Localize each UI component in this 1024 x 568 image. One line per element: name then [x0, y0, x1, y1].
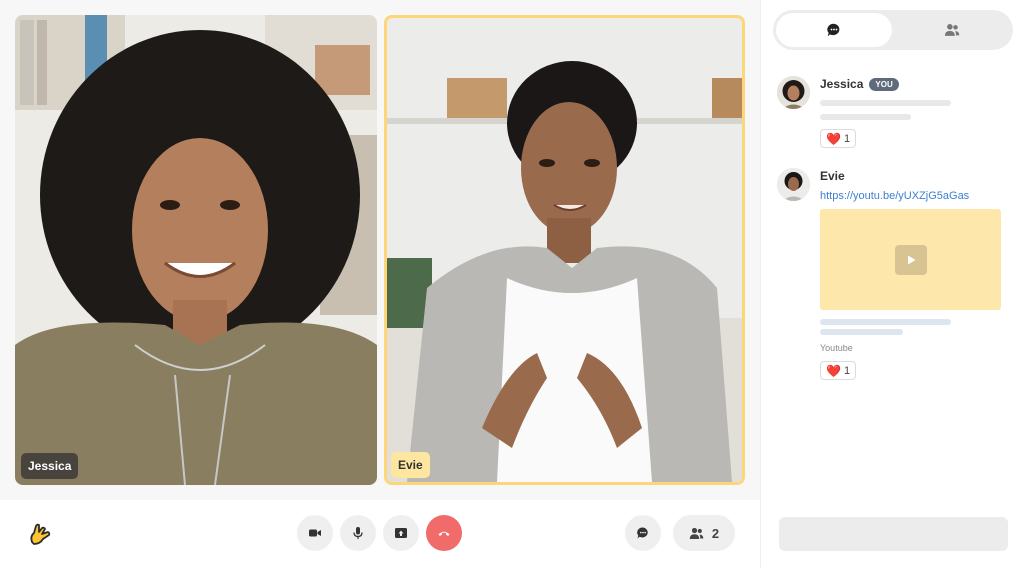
reaction-button[interactable]: ❤️ 1: [820, 361, 857, 380]
camera-icon: [309, 529, 321, 537]
avatar: [777, 168, 810, 201]
reaction-button[interactable]: ❤️ 1: [820, 129, 857, 148]
heart-emoji-icon: ❤️: [826, 131, 841, 146]
microphone-toggle-button[interactable]: [340, 515, 376, 551]
camera-toggle-button[interactable]: [297, 515, 333, 551]
message-author: Evie: [820, 169, 845, 183]
you-badge: YOU: [869, 77, 899, 91]
participant-count: 2: [711, 525, 720, 541]
chat-icon: [637, 527, 648, 539]
tab-people[interactable]: [894, 13, 1010, 47]
reaction-count: 1: [843, 132, 851, 145]
preview-source: Youtube: [820, 343, 853, 353]
tab-chat[interactable]: [776, 13, 892, 47]
reaction-count: 1: [843, 364, 851, 377]
message-placeholder-line: [820, 114, 911, 120]
share-screen-icon: [395, 528, 407, 538]
participant-name-tag: Jessica: [21, 453, 79, 479]
preview-placeholder-line: [820, 319, 951, 325]
hang-up-button[interactable]: [426, 515, 462, 551]
jessica-video-feed: [15, 15, 377, 485]
message-link[interactable]: https://youtu.be/yUXZjG5aGas: [820, 190, 1010, 202]
play-icon[interactable]: [895, 245, 927, 275]
side-panel: Jessica YOU ❤️ 1 Evie https://youtu.be/y…: [760, 0, 1024, 568]
avatar: [777, 76, 810, 109]
video-tile-jessica[interactable]: Jessica: [15, 15, 377, 485]
message-placeholder-line: [820, 100, 951, 106]
call-toolbar: 2: [0, 500, 760, 568]
evie-video-feed: [387, 18, 742, 482]
hand-wave-logo-icon: [26, 520, 54, 548]
mic-icon: [353, 527, 363, 539]
video-preview-card[interactable]: [820, 209, 1001, 310]
preview-placeholder-line: [820, 329, 903, 335]
video-tile-evie-active-speaker[interactable]: Evie: [384, 15, 745, 485]
message-author: Jessica: [820, 77, 864, 91]
people-icon: [944, 24, 960, 36]
share-screen-button[interactable]: [383, 515, 419, 551]
chat-toggle-button[interactable]: [625, 515, 661, 551]
people-icon: [689, 527, 704, 539]
participants-button[interactable]: 2: [673, 515, 735, 551]
chat-icon: [827, 23, 840, 37]
video-stage: Jessica Evie: [0, 0, 760, 500]
chat-message-input[interactable]: [779, 517, 1008, 551]
hang-up-icon: [438, 531, 450, 536]
participant-name-tag: Evie: [391, 452, 430, 478]
heart-emoji-icon: ❤️: [826, 363, 841, 378]
panel-tabs: [773, 10, 1013, 50]
